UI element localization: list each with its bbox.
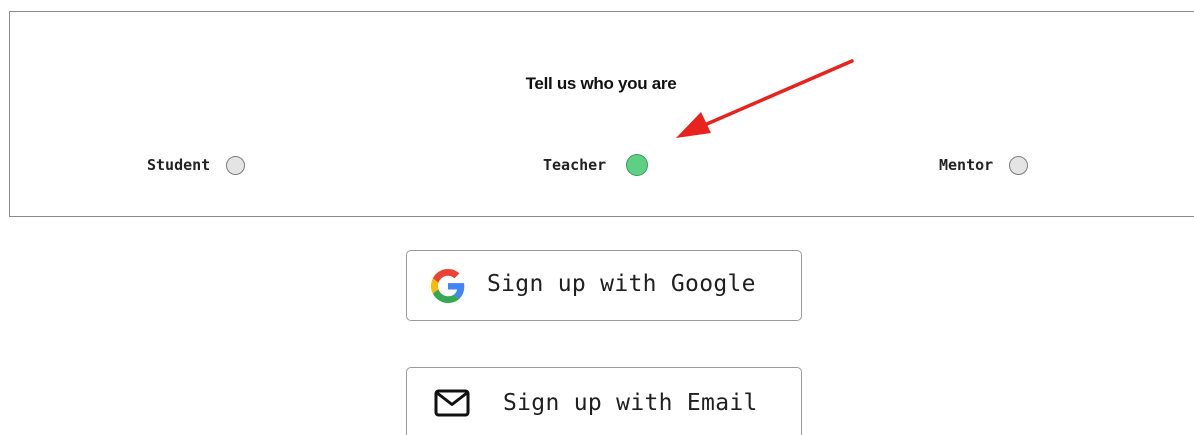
role-option-student[interactable]: Student: [147, 153, 246, 177]
role-selector-title: Tell us who you are: [525, 74, 677, 93]
role-label-teacher: Teacher: [543, 156, 607, 174]
role-option-teacher[interactable]: Teacher: [543, 153, 649, 177]
envelope-icon: [434, 388, 470, 418]
role-label-student: Student: [147, 156, 211, 174]
signup-email-button[interactable]: Sign up with Email: [406, 367, 802, 435]
signup-email-label: Sign up with Email: [503, 390, 758, 416]
signup-google-label: Sign up with Google: [487, 271, 756, 297]
role-label-mentor: Mentor: [939, 156, 994, 174]
mentor-radio[interactable]: [1009, 155, 1029, 175]
role-selector-panel: Tell us who you are Student Teacher Ment…: [9, 11, 1194, 217]
google-logo-icon: [431, 269, 465, 303]
signup-google-button[interactable]: Sign up with Google: [406, 250, 802, 321]
student-radio[interactable]: [226, 155, 246, 175]
teacher-radio[interactable]: [626, 154, 649, 176]
role-option-mentor[interactable]: Mentor: [939, 153, 1029, 177]
